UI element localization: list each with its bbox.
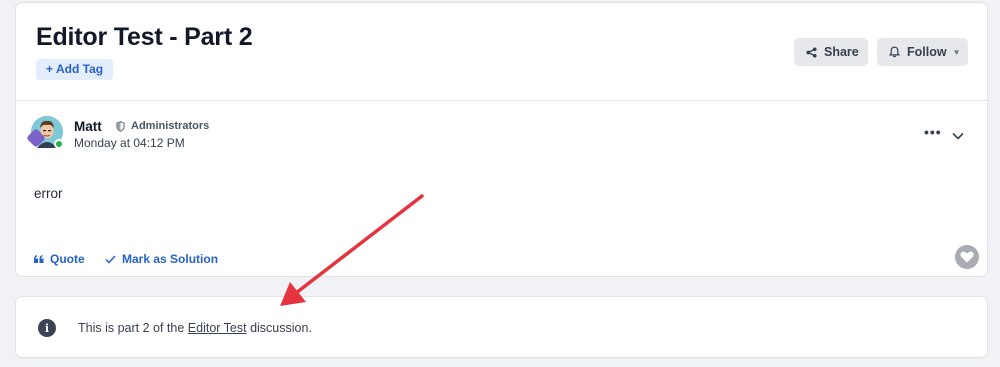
- quote-label: Quote: [50, 252, 85, 266]
- add-tag-label: Add Tag: [56, 62, 104, 76]
- user-role-label: Administrators: [131, 120, 210, 132]
- plus-icon: +: [46, 62, 54, 76]
- shield-icon: [116, 120, 125, 132]
- mark-solution-button[interactable]: Mark as Solution: [105, 252, 218, 266]
- post-body: error: [34, 186, 63, 201]
- checkmark-icon: [105, 254, 116, 264]
- mark-solution-label: Mark as Solution: [122, 252, 219, 266]
- more-options-icon[interactable]: •••: [924, 124, 942, 140]
- quote-icon: [34, 255, 44, 263]
- bell-icon: [889, 46, 900, 58]
- collapse-chevron-icon[interactable]: [952, 127, 964, 145]
- quote-button[interactable]: Quote: [34, 252, 85, 266]
- page-title: Editor Test - Part 2: [36, 23, 253, 51]
- follow-button[interactable]: Follow ▼: [877, 38, 968, 66]
- info-notice: i This is part 2 of the Editor Test disc…: [15, 296, 988, 358]
- info-notice-text: This is part 2 of the Editor Test discus…: [78, 321, 312, 335]
- info-prefix: This is part 2 of the: [78, 321, 188, 335]
- post-author[interactable]: Matt: [74, 119, 102, 134]
- thread-card: Editor Test - Part 2 + Add Tag Share Fol…: [15, 2, 988, 277]
- post: Matt Administrators Monday at 04:12 PM •…: [16, 102, 987, 278]
- heart-icon: [960, 251, 974, 263]
- share-label: Share: [824, 45, 859, 59]
- like-button[interactable]: [955, 245, 979, 269]
- user-role: Administrators: [116, 120, 209, 132]
- info-suffix: discussion.: [246, 321, 312, 335]
- share-icon: [806, 46, 817, 58]
- thread-header: Editor Test - Part 2 + Add Tag Share Fol…: [16, 3, 987, 101]
- editor-test-link[interactable]: Editor Test: [188, 321, 247, 335]
- post-timestamp[interactable]: Monday at 04:12 PM: [74, 136, 185, 150]
- chevron-down-icon: ▼: [952, 47, 961, 57]
- share-button[interactable]: Share: [794, 38, 868, 66]
- follow-label: Follow: [907, 45, 947, 59]
- add-tag-button[interactable]: + Add Tag: [36, 59, 114, 80]
- info-icon: i: [38, 319, 56, 337]
- online-status-indicator: [54, 139, 64, 149]
